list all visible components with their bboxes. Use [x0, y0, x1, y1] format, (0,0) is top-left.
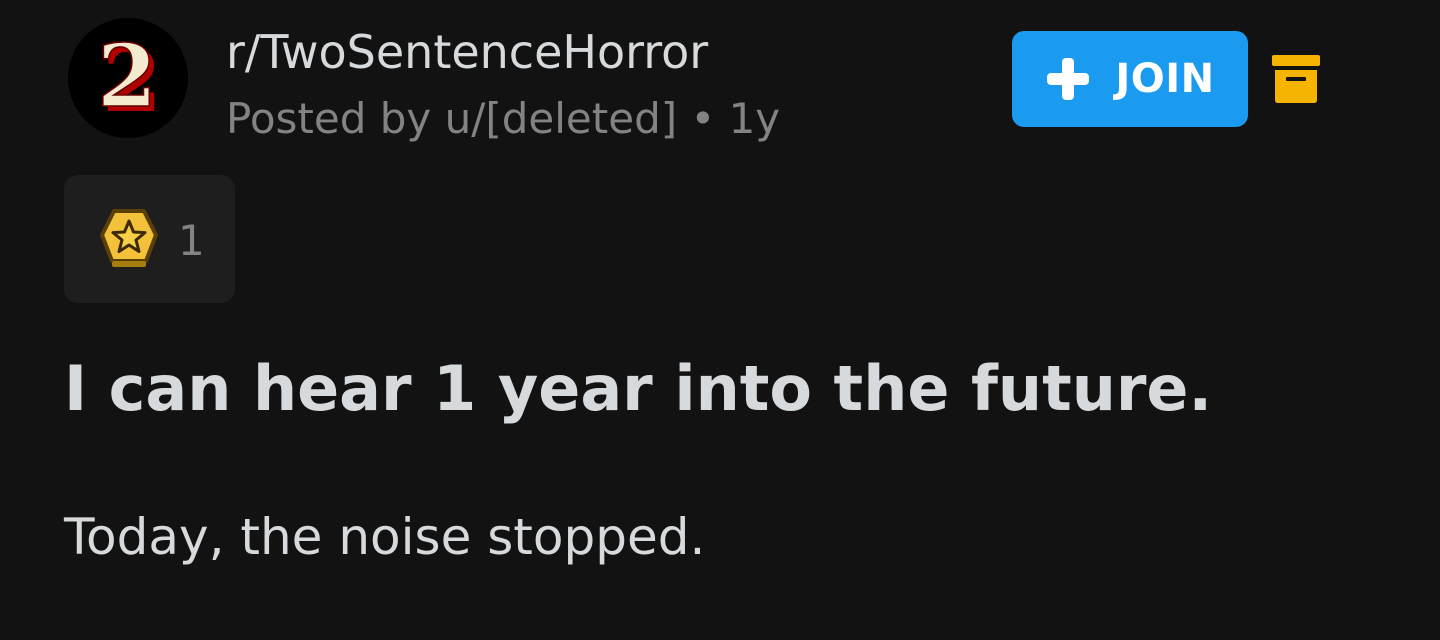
subreddit-name[interactable]: r/TwoSentenceHorror: [226, 24, 708, 80]
post-page: 2 2 r/TwoSentenceHorror Posted by u/[del…: [0, 0, 1440, 640]
post-body: Today, the noise stopped.: [64, 508, 706, 566]
plus-icon: [1047, 58, 1090, 100]
join-label: JOIN: [1115, 56, 1215, 102]
archive-icon[interactable]: [1272, 53, 1320, 105]
award-count: 1: [178, 216, 205, 265]
avatar-glyph: 2: [97, 26, 157, 127]
post-title[interactable]: I can hear 1 year into the future.: [64, 352, 1212, 426]
subreddit-avatar-icon: 2 2: [68, 18, 188, 138]
award-badge[interactable]: 1: [64, 175, 235, 303]
subreddit-avatar[interactable]: 2 2: [68, 18, 188, 138]
join-button[interactable]: JOIN: [1012, 31, 1248, 127]
post-meta: Posted by u/[deleted] • 1y: [226, 94, 781, 143]
star-award-icon: [100, 209, 158, 267]
